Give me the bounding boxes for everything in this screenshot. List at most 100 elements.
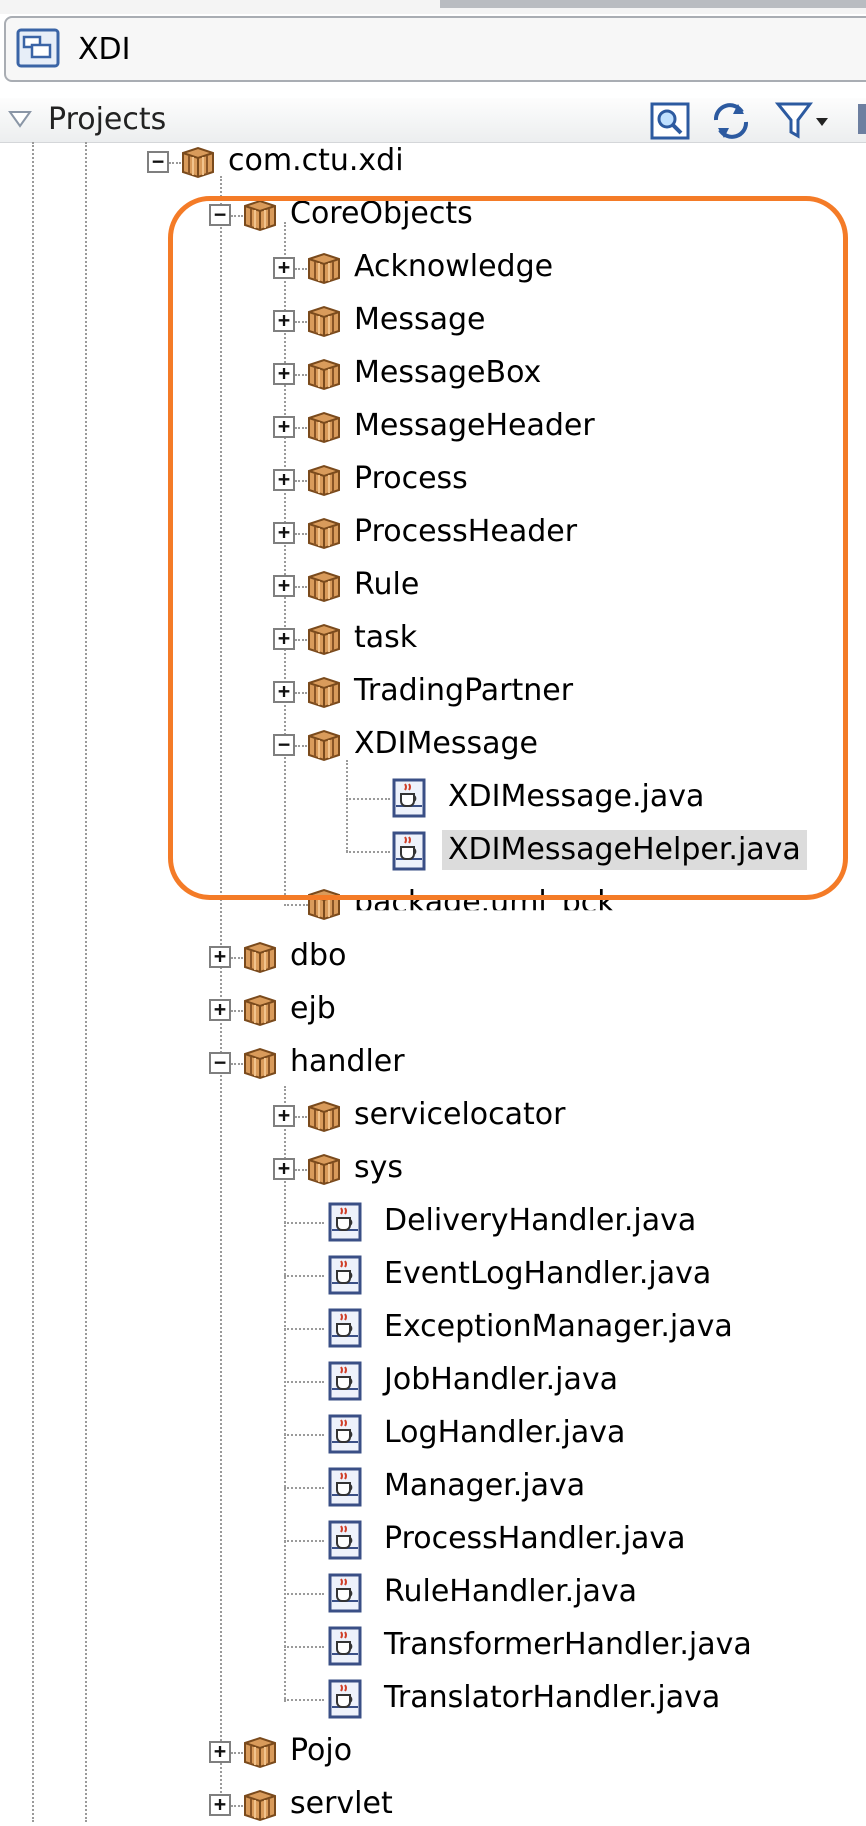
tree-item-label: Manager.java xyxy=(384,1468,586,1503)
tree-item-label: Acknowledge xyxy=(354,249,554,284)
expand-icon[interactable]: + xyxy=(273,681,295,703)
connector-line xyxy=(284,1699,324,1701)
tree-item-label: servlet xyxy=(290,1786,393,1821)
expand-icon[interactable]: + xyxy=(273,469,295,491)
expand-icon[interactable]: + xyxy=(209,1794,231,1816)
tree-item-label: ProcessHeader xyxy=(354,514,578,549)
connector-line xyxy=(284,1222,324,1224)
tree-item-label: task xyxy=(354,620,418,655)
expand-icon[interactable]: + xyxy=(273,1158,295,1180)
tree-item-label: Message xyxy=(354,302,486,337)
expand-icon[interactable]: + xyxy=(273,257,295,279)
tree-item-label: servicelocator xyxy=(354,1097,566,1132)
collapse-icon[interactable]: − xyxy=(147,151,169,173)
package-icon xyxy=(306,357,342,391)
top-border xyxy=(440,0,866,8)
expand-icon[interactable]: + xyxy=(273,416,295,438)
connector-line xyxy=(284,1328,324,1330)
connector-line xyxy=(284,1381,324,1383)
tree-item-label: RuleHandler.java xyxy=(384,1574,638,1609)
tree-item-label: TranslatorHandler.java xyxy=(384,1680,721,1715)
window-title: XDI xyxy=(78,32,131,67)
java-file-icon xyxy=(390,831,428,871)
tree-item-label: ProcessHandler.java xyxy=(384,1521,686,1556)
expand-icon[interactable]: + xyxy=(209,946,231,968)
connector-line xyxy=(346,798,390,800)
java-file-icon xyxy=(326,1520,364,1560)
expand-icon[interactable]: + xyxy=(209,999,231,1021)
guide-line xyxy=(346,760,348,852)
java-file-icon xyxy=(326,1361,364,1401)
package-icon xyxy=(306,569,342,603)
expand-icon[interactable]: + xyxy=(273,628,295,650)
scroll-edge xyxy=(858,104,866,134)
package-icon xyxy=(306,304,342,338)
connector-line xyxy=(284,1275,324,1277)
tree-item-label: TradingPartner xyxy=(354,673,574,708)
expand-icon[interactable]: + xyxy=(273,522,295,544)
package-icon xyxy=(306,728,342,762)
connector-line xyxy=(346,851,390,853)
search-icon[interactable] xyxy=(648,100,692,140)
connector-line xyxy=(284,1646,324,1648)
tree-item-label: package.uml_pck xyxy=(354,885,615,920)
tree-item-label: com.ctu.xdi xyxy=(228,143,404,178)
tree-item-label: Rule xyxy=(354,567,420,602)
java-file-icon xyxy=(326,1626,364,1666)
tree-item-label: Pojo xyxy=(290,1733,353,1768)
expand-icon[interactable]: + xyxy=(273,1105,295,1127)
filter-icon[interactable] xyxy=(774,100,834,140)
tree-item-label: XDIMessage.java xyxy=(448,779,705,814)
java-file-icon xyxy=(326,1255,364,1295)
package-icon xyxy=(242,198,278,232)
collapse-icon[interactable]: − xyxy=(209,204,231,226)
tree-item-label: JobHandler.java xyxy=(384,1362,619,1397)
java-file-icon xyxy=(326,1573,364,1613)
collapse-triangle-icon[interactable] xyxy=(8,110,32,128)
window-titlebar: XDI xyxy=(4,16,866,82)
panel-title: Projects xyxy=(48,102,167,137)
package-icon xyxy=(242,993,278,1027)
tree-item-label: XDIMessage xyxy=(354,726,538,761)
expand-icon[interactable]: + xyxy=(273,575,295,597)
window-icon xyxy=(16,28,60,68)
connector-line xyxy=(284,1487,324,1489)
connector-line xyxy=(284,1540,324,1542)
tree-item-label: sys xyxy=(354,1150,404,1185)
collapse-icon[interactable]: − xyxy=(273,734,295,756)
projects-header: Projects xyxy=(0,98,866,143)
sync-icon[interactable] xyxy=(708,100,754,140)
package-icon xyxy=(242,1788,278,1822)
connector-line xyxy=(284,1434,324,1436)
package-icon xyxy=(180,145,216,179)
java-file-icon xyxy=(326,1202,364,1242)
package-icon xyxy=(306,516,342,550)
package-icon xyxy=(306,622,342,656)
guide-line xyxy=(32,142,34,1822)
package-icon xyxy=(306,1152,342,1186)
package-icon xyxy=(306,410,342,444)
package-icon xyxy=(242,1735,278,1769)
connector-line xyxy=(284,904,308,906)
package-icon xyxy=(306,887,342,921)
expand-icon[interactable]: + xyxy=(273,310,295,332)
tree-item-label: LogHandler.java xyxy=(384,1415,626,1450)
tree-item-label: MessageHeader xyxy=(354,408,595,443)
java-file-icon xyxy=(390,778,428,818)
tree-item-label: CoreObjects xyxy=(290,196,473,231)
java-file-icon xyxy=(326,1414,364,1454)
tree-item-label: Process xyxy=(354,461,468,496)
guide-line xyxy=(220,176,222,1816)
connector-line xyxy=(284,1593,324,1595)
java-file-icon xyxy=(326,1679,364,1719)
java-file-icon xyxy=(326,1467,364,1507)
package-icon xyxy=(306,251,342,285)
tree-item-label: ExceptionManager.java xyxy=(384,1309,733,1344)
package-icon xyxy=(242,1046,278,1080)
expand-icon[interactable]: + xyxy=(209,1741,231,1763)
expand-icon[interactable]: + xyxy=(273,363,295,385)
package-icon xyxy=(306,1099,342,1133)
tree-item-label: ejb xyxy=(290,991,336,1026)
collapse-icon[interactable]: − xyxy=(209,1052,231,1074)
package-icon xyxy=(306,675,342,709)
